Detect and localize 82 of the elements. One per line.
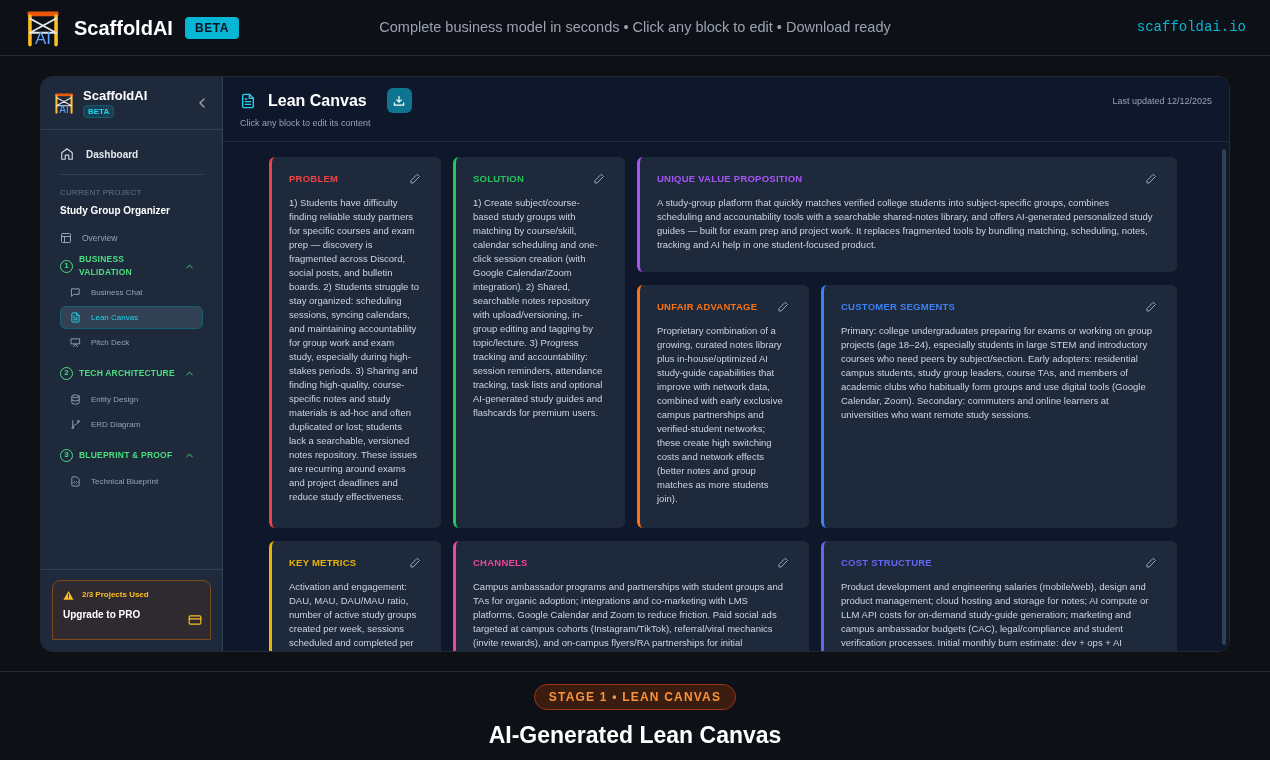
page-title: Lean Canvas (268, 90, 367, 111)
block-title: UNFAIR ADVANTAGE (657, 300, 758, 314)
beta-badge: BETA (184, 16, 240, 39)
nav-item[interactable]: Pitch Deck (60, 331, 203, 354)
document-icon (240, 92, 256, 109)
pencil-icon (409, 173, 421, 186)
block-text: Proprietary combination of a growing, curated notes library plus in-house/optimized AI study-guide capabilities that improve with network data, combined with early exclusive campus partnerships and verified-student networks; these create high switching costs and network effects (better notes and group matches as more students join). (657, 324, 784, 507)
beta-badge: BETA (83, 104, 115, 118)
card-icon (188, 613, 202, 627)
code-file-icon (70, 476, 81, 487)
canvas-block[interactable]: KEY METRICS Activation and engagement: DAU, MAU, DAU/MAU ratio, number of active study groups created per week, sessions scheduled and completed per (269, 541, 441, 651)
block-title: CUSTOMER SEGMENTS (841, 300, 956, 314)
block-title: PROBLEM (289, 172, 339, 186)
stage-badge: STAGE 1 • LEAN CANVAS (533, 684, 737, 710)
block-text: Primary: college undergraduates preparing for exams or working on group projects (age 18–24), especially students in large STEM and introductory courses who need peers by subject/section. Early adopters: residential campus students, study group leaders, course TAs, and members of academic clubs who habitually form groups and use digital tools (Google Calendar, Zoom). Secondary: commuters and online learners at universities who want remote study sessions. (841, 324, 1154, 423)
chat-icon (70, 287, 81, 298)
brand-name: ScaffoldAI (74, 15, 173, 41)
nav-item[interactable]: Entity Design (60, 388, 203, 411)
website-link[interactable]: scaffoldai.io (946, 17, 1246, 38)
brand-name: ScaffoldAI (83, 88, 148, 105)
home-icon (60, 147, 74, 161)
last-updated: Last updated 12/12/2025 (1112, 95, 1212, 108)
project-name: Study Group Organizer (60, 204, 171, 218)
nav-item[interactable]: Lean Canvas (60, 306, 203, 329)
edit-button[interactable] (777, 557, 789, 570)
nav-item[interactable]: ERD Diagram (60, 413, 203, 436)
nav-item[interactable]: Business Chat (60, 281, 203, 304)
pencil-icon (1145, 173, 1157, 186)
tagline: Complete business model in seconds • Click any block to edit • Download ready (378, 17, 892, 37)
block-text: 1) Create subject/course-based study groups with matching by course/skill, calendar scheduling and one-click session creation (with Google Calendar/Zoom integration). 2) Shared, searchable notes repository with upload/versioning, in-group editing and tagging by topic/lecture. 3) Progress tracking and accountability: session reminders, attendance tracking, task lists and optional AI-generated study guides and flashcards for premium users. (473, 196, 604, 421)
footer-title: AI-Generated Lean Canvas (488, 721, 782, 750)
section-header[interactable]: 3 BLUEPRINT & PROOF (60, 441, 203, 469)
overview-link[interactable]: Overview (60, 224, 203, 252)
usage-text: 2/3 Projects Used (82, 589, 149, 601)
edit-button[interactable] (1145, 557, 1157, 570)
upgrade-card[interactable]: 2/3 Projects Used Upgrade to PRO (52, 580, 211, 640)
pencil-icon (409, 557, 421, 570)
layout-icon (60, 232, 72, 244)
page-subtitle: Click any block to edit its content (240, 117, 372, 130)
block-title: COST STRUCTURE (841, 556, 932, 570)
canvas-block[interactable] (821, 285, 1177, 528)
nav-item[interactable]: Technical Blueprint (60, 470, 203, 493)
section-label: CURRENT PROJECT (60, 187, 143, 199)
edit-button[interactable] (1145, 301, 1157, 314)
edit-button[interactable] (593, 173, 605, 186)
block-text: Product development and engineering salaries (mobile/web), design and product management; cloud hosting and storage for notes; AI compute or LLM API costs for on-demand study-guide generation; marketing and campus ambassador budgets (CAC), legal/compliance and student verification processes. Initial monthly burn estimate: dev + ops + AI (841, 580, 1150, 651)
presentation-icon (70, 337, 81, 348)
block-text: Campus ambassador programs and partnerships with student groups and TAs for organic adoption; integrations and co-marketing with LMS platforms, Google Calendar and Zoom to reduce friction. Paid social ads targeted at campus cohorts (Instagram/TikTok), referral/viral mechanics (invite rewards), and on-campus flyers/RA partnerships for initial (473, 580, 784, 651)
logo-text: AI (33, 29, 53, 47)
logo-text: AI (58, 105, 70, 115)
pencil-icon (777, 557, 789, 570)
branch-icon (70, 419, 81, 430)
document-icon (70, 312, 81, 323)
dashboard-link[interactable]: Dashboard (60, 142, 203, 166)
pencil-icon (593, 173, 605, 186)
canvas-block[interactable] (453, 157, 625, 528)
edit-button[interactable] (777, 301, 789, 314)
canvas-block[interactable] (637, 285, 809, 528)
database-icon (70, 394, 81, 405)
block-text: Activation and engagement: DAU, MAU, DAU/MAU ratio, number of active study groups created per week, sessions scheduled and completed per (289, 580, 418, 651)
edit-button[interactable] (1145, 173, 1157, 186)
pencil-icon (777, 301, 789, 314)
section-header[interactable]: 1 BUSINESS VALIDATION (60, 252, 203, 280)
canvas-block[interactable] (269, 157, 441, 528)
block-title: SOLUTION (473, 172, 524, 186)
pencil-icon (1145, 557, 1157, 570)
download-icon (392, 93, 407, 108)
block-title: KEY METRICS (289, 556, 357, 570)
edit-button[interactable] (409, 557, 421, 570)
download-button[interactable] (386, 88, 412, 113)
upgrade-title: Upgrade to PRO (63, 608, 141, 622)
block-title: CHANNELS (473, 556, 528, 570)
canvas-block[interactable] (637, 157, 1177, 272)
scaffold-icon (53, 91, 75, 115)
block-title: UNIQUE VALUE PROPOSITION (657, 172, 803, 186)
block-text: 1) Students have difficulty finding reliable study partners for specific courses and exam prep — discovery is fragmented across Discord, social posts, and bulletin boards. 2) Students struggle to stay organized: scheduling sessions, syncing calendars, and maintaining accountability for group work and exam study, especially during high-stakes periods. 3) Sharing and finding high-quality, course-specific notes and study materials is ad-hoc and often duplicated or lost; students lack a searchable, versioned notes repository. These issues are recurring around exams and project deadlines and reduce study effectiveness. (289, 196, 420, 505)
pencil-icon (1145, 301, 1157, 314)
warning-icon (63, 589, 74, 601)
section-header[interactable]: 2 TECH ARCHITECTURE (60, 359, 203, 387)
block-text: A study-group platform that quickly matches verified college students into subject-specific groups, combines scheduling and accountability tools with a searchable shared-notes library, and offers AI-generated personalized study guides — built for exam prep and project work. It replaces fragmented tools by bundling matching, scheduling, notes, tracking and AI help in one student-focused product. (657, 196, 1154, 253)
edit-button[interactable] (409, 173, 421, 186)
scrollbar[interactable] (1222, 149, 1226, 645)
